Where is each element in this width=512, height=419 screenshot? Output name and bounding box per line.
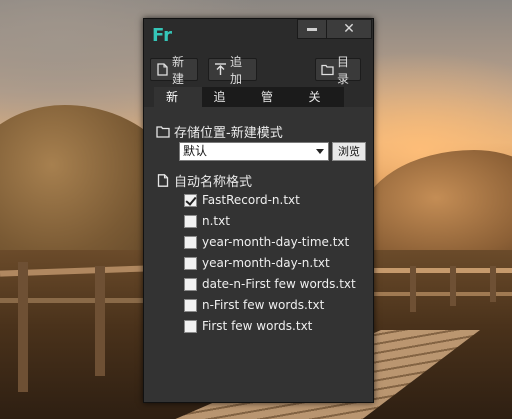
new-button[interactable]: 新建 bbox=[150, 55, 198, 86]
minimize-button[interactable] bbox=[297, 19, 327, 39]
storage-location-select[interactable]: 默认 bbox=[179, 142, 329, 161]
storage-title-label: 存储位置-新建模式 bbox=[174, 126, 283, 141]
title-bar[interactable]: Fr ✕ bbox=[144, 19, 373, 55]
checkbox[interactable] bbox=[184, 298, 197, 312]
wallpaper-post bbox=[410, 266, 416, 312]
naming-option[interactable]: n.txt bbox=[184, 213, 230, 229]
storage-section-title: 存储位置-新建模式 bbox=[156, 122, 283, 141]
naming-option[interactable]: FastRecord-n.txt bbox=[184, 192, 300, 208]
browse-button[interactable]: 浏览 bbox=[332, 142, 366, 161]
naming-option-label: n.txt bbox=[202, 214, 230, 228]
naming-option-label: year-month-day-n.txt bbox=[202, 256, 330, 270]
app-window: Fr ✕ 新建 追加 目录 新建 追加 管理 关于 bbox=[143, 18, 374, 403]
naming-option[interactable]: year-month-day-time.txt bbox=[184, 234, 349, 250]
checkbox[interactable] bbox=[184, 235, 197, 249]
new-button-label: 新建 bbox=[172, 54, 185, 86]
folder-icon bbox=[321, 64, 334, 76]
directory-button-label: 目录 bbox=[337, 54, 350, 86]
naming-option-label: n-First few words.txt bbox=[202, 298, 325, 312]
close-button[interactable]: ✕ bbox=[326, 19, 372, 39]
tab-bar: 新建 追加 管理 关于 bbox=[154, 87, 344, 124]
checkbox[interactable] bbox=[184, 319, 197, 333]
tab-new[interactable]: 新建 bbox=[154, 87, 202, 124]
tab-add[interactable]: 追加 bbox=[201, 87, 249, 124]
naming-option-label: FastRecord-n.txt bbox=[202, 193, 300, 207]
wallpaper-post bbox=[450, 266, 456, 306]
naming-title-label: 自动名称格式 bbox=[174, 175, 253, 190]
naming-section-title: 自动名称格式 bbox=[156, 171, 252, 190]
upload-icon bbox=[215, 63, 226, 75]
naming-option[interactable]: date-n-First few words.txt bbox=[184, 276, 356, 292]
naming-option[interactable]: First few words.txt bbox=[184, 318, 312, 334]
document-icon bbox=[157, 63, 168, 76]
document-icon bbox=[157, 174, 169, 187]
naming-option-label: date-n-First few words.txt bbox=[202, 277, 356, 291]
checkbox[interactable] bbox=[184, 214, 197, 228]
checkbox[interactable] bbox=[184, 256, 197, 270]
add-button[interactable]: 追加 bbox=[208, 55, 257, 86]
checkbox-checked[interactable] bbox=[184, 193, 197, 207]
wallpaper-post bbox=[95, 266, 105, 376]
folder-icon bbox=[156, 126, 170, 138]
wallpaper-post bbox=[18, 262, 28, 392]
checkbox[interactable] bbox=[184, 277, 197, 291]
directory-button[interactable]: 目录 bbox=[315, 55, 361, 86]
naming-option[interactable]: n-First few words.txt bbox=[184, 297, 324, 313]
tab-manage[interactable]: 管理 bbox=[249, 87, 297, 124]
storage-location-value: 默认 bbox=[183, 144, 208, 158]
app-logo: Fr bbox=[152, 25, 173, 46]
tab-about[interactable]: 关于 bbox=[296, 87, 344, 124]
naming-option[interactable]: year-month-day-n.txt bbox=[184, 255, 330, 271]
naming-option-label: First few words.txt bbox=[202, 319, 313, 333]
add-button-label: 追加 bbox=[230, 54, 243, 86]
close-icon: ✕ bbox=[343, 21, 355, 37]
naming-option-label: year-month-day-time.txt bbox=[202, 235, 350, 249]
minimize-icon bbox=[307, 27, 317, 31]
chevron-down-icon bbox=[316, 149, 324, 154]
wallpaper-post bbox=[490, 266, 496, 302]
